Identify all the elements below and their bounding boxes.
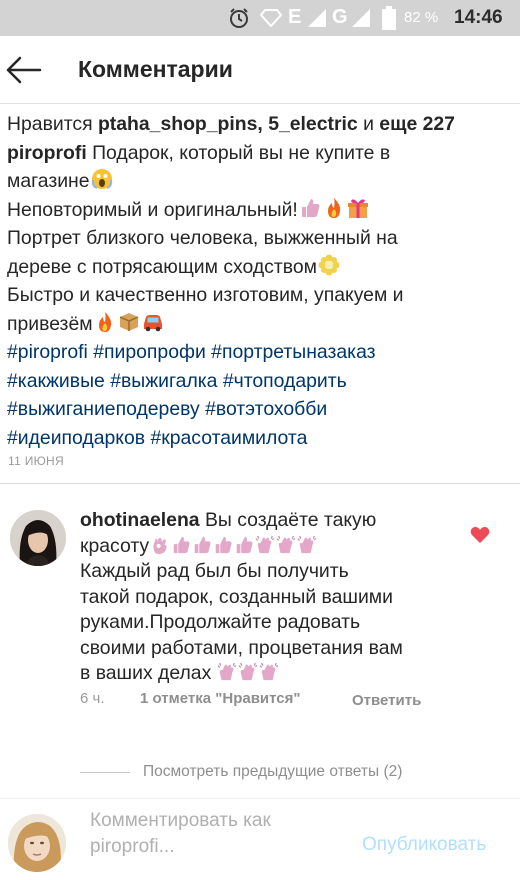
network-g-indicator: G (332, 6, 348, 28)
comment-line: руками.Продолжайте радовать (80, 611, 361, 633)
battery-percent: 82 % (404, 9, 439, 26)
hashtag-link[interactable]: #красотаимилота (150, 427, 307, 449)
caption-text: магазине (7, 170, 90, 192)
user-photo-icon (8, 814, 66, 872)
likes-more-link[interactable]: еще 227 (379, 113, 455, 135)
likes-prefix: Нравится (7, 113, 98, 135)
comment-line: в ваших делах (80, 661, 420, 687)
comment-line-text: в ваших делах (80, 662, 212, 684)
hashtag-link[interactable]: #пиропрофи (93, 341, 206, 363)
hashtag-block: #piroprofi #пиропрофи #портретыназаказ #… (7, 338, 512, 452)
liked-by-users[interactable]: ptaha_shop_pins, 5_electric (98, 113, 358, 135)
comment-line-text: Вы создаёте такую (199, 509, 377, 531)
signal-bars-icon (352, 9, 370, 27)
gift-icon (347, 198, 368, 218)
hashtag-link[interactable]: #выжиганиеподереву (7, 398, 200, 420)
hashtag-link[interactable]: #piroprofi (7, 341, 88, 363)
comment-input[interactable] (90, 808, 340, 864)
app-header: Комментарии (0, 36, 520, 104)
clapping-hands-icon (259, 662, 279, 681)
caption-text: Неповторимый и оригинальный! (7, 198, 298, 221)
clapping-hands-icon (297, 535, 316, 553)
fire-icon (327, 197, 340, 218)
comment-text: ohotinaelena Вы создаёте такую красоту К… (80, 508, 420, 687)
clapping-hands-icon (238, 662, 258, 681)
likes-and: и (357, 113, 380, 135)
caption-text: дереве с потрясающим сходством (7, 255, 317, 278)
caption-text: Подарок, который вы не купите в (86, 141, 391, 164)
comment-line-text: красоту (80, 534, 150, 557)
thumbs-up-icon (301, 198, 320, 217)
scream-face-icon (91, 169, 112, 189)
thumbs-up-icon (236, 536, 253, 553)
caption-line: магазине (7, 167, 512, 196)
car-icon (143, 314, 162, 331)
status-bar: E G 82 % 14:46 (0, 0, 520, 36)
composer-divider (0, 798, 520, 799)
replies-divider (80, 772, 130, 773)
fire-icon (98, 311, 111, 332)
arrow-left-icon (6, 56, 42, 84)
clapping-hands-icon (217, 662, 237, 681)
user-photo-icon (10, 510, 66, 566)
post-date: 11 ИЮНЯ (8, 454, 64, 468)
hashtag-link[interactable]: #идеиподарков (7, 427, 145, 449)
hashtag-link[interactable]: #выжигалка (110, 370, 217, 392)
hashtag-link[interactable]: #какживые (7, 370, 105, 392)
comment-time: 6 ч. (80, 690, 105, 707)
divider (0, 483, 520, 484)
caption-line: piroprofi Подарок, который вы не купите … (7, 139, 512, 168)
thumbs-up-icon (194, 536, 211, 553)
hashtag-line: #идеиподарков #красотаимилота (7, 424, 512, 453)
hashtag-line: #какживые #выжигалка #чтоподарить (7, 367, 512, 396)
alarm-clock-icon (230, 8, 248, 28)
caption-line: привезём (7, 310, 512, 339)
page-title: Комментарии (78, 56, 233, 82)
hashtag-line: #выжиганиеподереву #вотэтохобби (7, 395, 512, 424)
own-avatar (8, 814, 66, 872)
hashtag-link[interactable]: #чтоподарить (223, 370, 347, 392)
comment-line: Каждый рад был бы получить (80, 560, 349, 582)
likes-line: Нравится ptaha_shop_pins, 5_electric и е… (7, 110, 512, 139)
battery-icon (382, 6, 396, 30)
sunflower-icon (318, 254, 340, 275)
caption-line: дереве с потрясающим сходством (7, 253, 512, 282)
signal-bars-icon (308, 9, 326, 27)
commenter-username[interactable]: ohotinaelena (80, 509, 200, 531)
ok-hand-icon (153, 537, 167, 554)
caption-text: привезём (7, 312, 93, 335)
hashtag-line: #piroprofi #пиропрофи #портретыназаказ (7, 338, 512, 367)
status-time: 14:46 (454, 7, 503, 28)
post-caption: Нравится ptaha_shop_pins, 5_electric и е… (7, 110, 512, 452)
signal-icon (260, 9, 282, 27)
caption-line: Быстро и качественно изготовим, упакуем … (7, 284, 404, 306)
comment-line: своими работами, процветания вам (80, 636, 403, 659)
caption-line: Неповторимый и оригинальный! (7, 196, 512, 225)
hashtag-link[interactable]: #портретыназаказ (211, 341, 375, 363)
package-icon (119, 312, 138, 331)
thumbs-up-icon (173, 536, 190, 553)
view-previous-replies-button[interactable]: Посмотреть предыдущие ответы (2) (143, 763, 402, 781)
comment-line: ohotinaelena Вы создаёте такую (80, 508, 420, 534)
comment-line: такой подарок, созданный вашими (80, 585, 393, 608)
back-button[interactable] (4, 50, 44, 90)
publish-button[interactable]: Опубликовать (362, 834, 486, 856)
clapping-hands-icon (276, 535, 295, 553)
network-e-indicator: E (288, 6, 302, 28)
thumbs-up-icon (215, 536, 232, 553)
reply-button[interactable]: Ответить (352, 690, 424, 712)
comment-line: красоту (80, 534, 420, 560)
clapping-hands-icon (255, 535, 274, 553)
heart-icon[interactable] (470, 526, 490, 544)
post-author-link[interactable]: piroprofi (7, 142, 87, 164)
comment-likes-link[interactable]: 1 отметка "Нравится" (140, 690, 301, 707)
caption-line: Портрет близкого человека, выжженный на (7, 227, 398, 249)
hashtag-link[interactable]: #вотэтохобби (205, 398, 327, 420)
commenter-avatar[interactable] (10, 510, 66, 566)
